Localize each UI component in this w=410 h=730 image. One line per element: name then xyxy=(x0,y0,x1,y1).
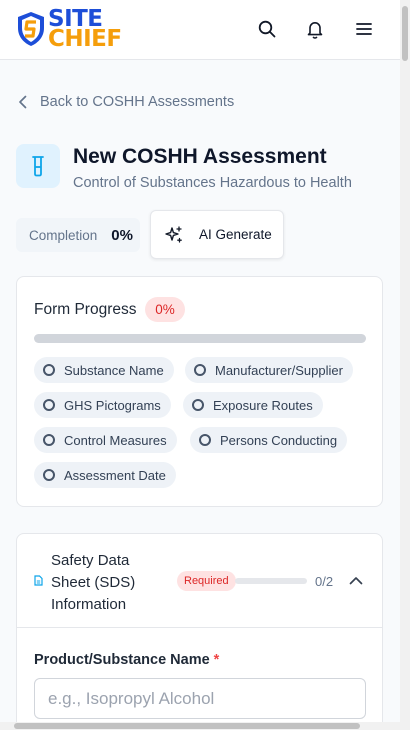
checklist-item-label: Persons Conducting xyxy=(220,432,338,448)
menu-icon[interactable] xyxy=(353,18,375,40)
checklist-item-label: Control Measures xyxy=(64,432,167,448)
checklist-item-label: Substance Name xyxy=(64,362,164,378)
logo-text-chief: CHIEF xyxy=(48,26,122,52)
site-chief-logo[interactable]: SITE CHIEF xyxy=(16,8,122,52)
form-progress-card: Form Progress 0% Substance Name Manufact… xyxy=(16,276,383,507)
completion-value: 0% xyxy=(111,226,133,244)
ai-generate-button[interactable]: AI Generate xyxy=(150,210,284,259)
vertical-scrollbar-thumb[interactable] xyxy=(402,6,408,61)
completion-indicator: Completion 0% xyxy=(16,218,140,252)
page-title: New COSHH Assessment xyxy=(73,145,327,168)
sds-section-card: Safety Data Sheet (SDS) Information Requ… xyxy=(16,533,383,730)
checklist-item-label: Assessment Date xyxy=(64,467,166,483)
checklist-item-label: GHS Pictograms xyxy=(64,397,161,413)
page-subtitle: Control of Substances Hazardous to Healt… xyxy=(73,175,352,191)
required-asterisk: * xyxy=(213,652,220,668)
product-name-label-text: Product/Substance Name xyxy=(34,652,210,668)
flask-icon xyxy=(16,144,60,188)
circle-icon xyxy=(199,434,211,446)
back-link-label: Back to COSHH Assessments xyxy=(40,94,235,110)
product-name-input[interactable] xyxy=(34,678,366,719)
circle-icon xyxy=(43,434,55,446)
horizontal-scrollbar-thumb[interactable] xyxy=(14,723,360,729)
chevron-left-icon xyxy=(19,95,27,109)
form-progress-bar xyxy=(34,334,366,343)
circle-icon xyxy=(192,399,204,411)
sds-progress-count: 0/2 xyxy=(315,574,334,589)
checklist-item-control-measures[interactable]: Control Measures xyxy=(34,427,177,453)
shield-logo-icon xyxy=(18,12,44,46)
circle-icon xyxy=(43,469,55,481)
top-header: SITE CHIEF xyxy=(0,0,400,60)
sds-progress-bar xyxy=(235,578,307,584)
checklist-item-label: Manufacturer/Supplier xyxy=(215,362,343,378)
completion-label: Completion xyxy=(29,227,98,243)
checklist-item-ghs-pictograms[interactable]: GHS Pictograms xyxy=(34,392,171,418)
ai-generate-label: AI Generate xyxy=(199,227,272,242)
sparkles-icon xyxy=(165,225,182,243)
section-divider xyxy=(17,627,382,628)
circle-icon xyxy=(194,364,206,376)
form-progress-badge: 0% xyxy=(145,297,185,322)
checklist-item-assessment-date[interactable]: Assessment Date xyxy=(34,462,176,488)
required-badge: Required xyxy=(177,571,236,591)
checklist-item-exposure-routes[interactable]: Exposure Routes xyxy=(183,392,323,418)
circle-icon xyxy=(43,364,55,376)
vertical-scrollbar[interactable] xyxy=(400,0,410,730)
checklist-item-manufacturer-supplier[interactable]: Manufacturer/Supplier xyxy=(185,357,353,383)
form-progress-title: Form Progress xyxy=(34,301,137,318)
checklist-item-substance-name[interactable]: Substance Name xyxy=(34,357,174,383)
document-icon xyxy=(34,575,43,586)
chevron-up-icon[interactable] xyxy=(349,576,363,585)
checklist-item-persons-conducting[interactable]: Persons Conducting xyxy=(190,427,348,453)
bell-icon[interactable] xyxy=(304,18,326,40)
back-to-assessments-link[interactable]: Back to COSHH Assessments xyxy=(18,94,234,110)
checklist-item-label: Exposure Routes xyxy=(213,397,313,413)
circle-icon xyxy=(43,399,55,411)
product-name-label: Product/Substance Name * xyxy=(34,652,219,668)
sds-section-title[interactable]: Safety Data Sheet (SDS) Information xyxy=(51,550,161,616)
search-icon[interactable] xyxy=(256,18,278,40)
horizontal-scrollbar[interactable] xyxy=(0,722,400,730)
